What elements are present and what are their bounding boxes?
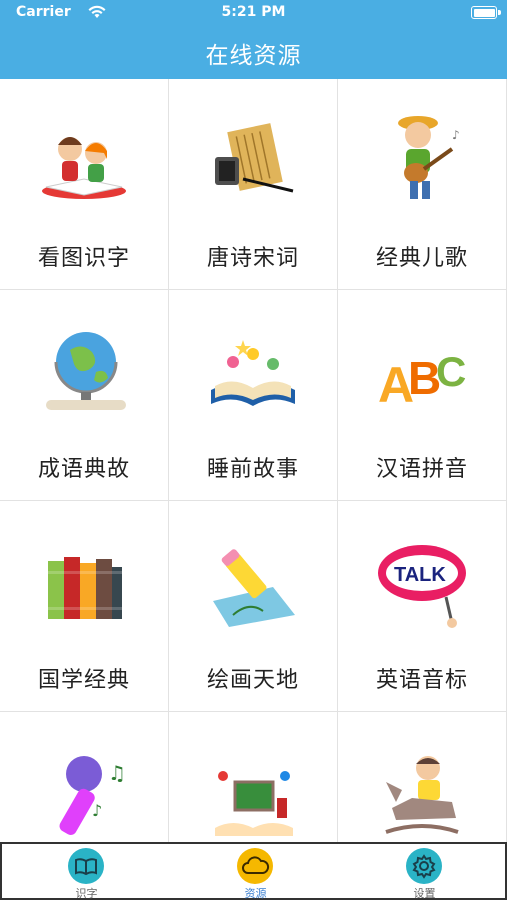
storybook-icon xyxy=(211,340,295,406)
grid-item-label: 唐诗宋词 xyxy=(206,246,299,271)
abc-letters-icon: A B C xyxy=(378,348,466,413)
grid-item-huihua[interactable]: 绘画天地 xyxy=(169,501,338,712)
grid-item-label: 国学经典 xyxy=(37,668,130,693)
grid-item-tangshi[interactable]: 唐诗宋词 xyxy=(169,79,338,290)
tab-bar: 识字 资源 设置 xyxy=(0,842,507,900)
grid-item-12[interactable] xyxy=(338,712,507,842)
grid-item-guoxue[interactable]: 国学经典 xyxy=(0,501,169,712)
grid-item-chengyu[interactable]: 成语典故 xyxy=(0,290,169,501)
book-icon xyxy=(68,848,104,884)
grid-item-yinbiao[interactable]: TALK 英语音标 xyxy=(338,501,507,712)
tab-label: 识字 xyxy=(75,887,98,900)
grid-item-pinyin[interactable]: A B C 汉语拼音 xyxy=(338,290,507,501)
books-icon xyxy=(48,557,122,619)
grid-item-kantu[interactable]: 看图识字 xyxy=(0,79,169,290)
grid-item-label: 看图识字 xyxy=(37,246,130,271)
page-title: 在线资源 xyxy=(205,43,302,69)
svg-text:TALK: TALK xyxy=(394,564,446,586)
pencil-drawing-icon xyxy=(213,549,295,627)
grid-item-label: 成语典故 xyxy=(37,457,130,482)
svg-text:C: C xyxy=(436,348,466,395)
svg-text:♪: ♪ xyxy=(452,128,460,142)
grid-item-label: 英语音标 xyxy=(375,668,468,693)
classroom-icon xyxy=(215,771,293,836)
nav-header: Carrier 5:21 PM 在线资源 xyxy=(0,0,507,79)
cloud-icon xyxy=(237,848,273,884)
tab-label: 资源 xyxy=(244,887,267,900)
svg-text:♫: ♫ xyxy=(108,761,126,785)
boy-guitar-icon: ♪ xyxy=(398,116,460,199)
tab-ziyuan[interactable]: 资源 xyxy=(171,844,340,900)
grid-item-label: 汉语拼音 xyxy=(375,457,468,482)
resource-grid: 看图识字 唐诗宋词 ♪ 经典儿歌 成语典故 睡前故事 A B C 汉语拼音 国学… xyxy=(0,79,507,842)
tab-label: 设置 xyxy=(413,887,436,900)
grid-item-11[interactable] xyxy=(169,712,338,842)
gear-icon xyxy=(406,848,442,884)
grid-item-label: 睡前故事 xyxy=(206,457,299,482)
battery-icon xyxy=(471,6,501,19)
status-bar: Carrier 5:21 PM xyxy=(0,0,507,26)
grid-item-erge[interactable]: ♪ 经典儿歌 xyxy=(338,79,507,290)
globe-icon xyxy=(46,332,126,410)
boy-rocking-horse-icon xyxy=(385,756,459,834)
grid-item-label: 绘画天地 xyxy=(206,668,299,693)
microphone-icon: ♫ ♪ xyxy=(59,756,126,835)
grid-item-shuiqian[interactable]: 睡前故事 xyxy=(169,290,338,501)
grid-item-10[interactable]: ♫ ♪ xyxy=(0,712,169,842)
svg-text:♪: ♪ xyxy=(92,801,102,820)
tab-shezhi[interactable]: 设置 xyxy=(340,844,507,900)
clock: 5:21 PM xyxy=(221,4,286,20)
grid-item-label: 经典儿歌 xyxy=(375,246,468,271)
talk-sign-icon: TALK xyxy=(378,545,466,628)
scroll-ink-icon xyxy=(215,123,294,193)
kids-reading-icon xyxy=(42,137,126,199)
tab-shizi[interactable]: 识字 xyxy=(2,844,171,900)
